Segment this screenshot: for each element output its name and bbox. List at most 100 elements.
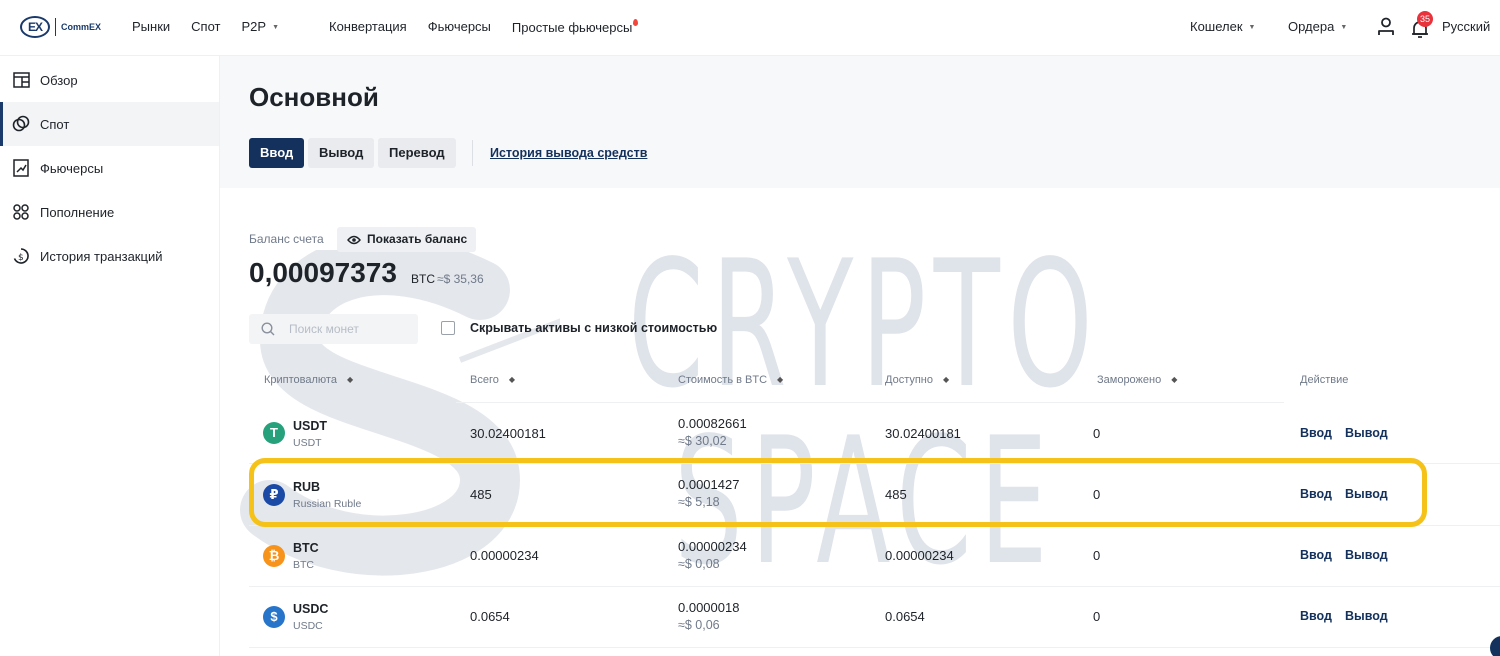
total-cell: 0.00000234 [470,548,539,563]
nav-item-p2p-label: P2P [241,19,267,34]
btc-value-cell: 0.00082661 [678,416,747,431]
sidebar-item-label: Спот [40,116,70,132]
show-balance-button[interactable]: Показать баланс [337,227,477,252]
coin-search[interactable] [249,314,418,344]
tab-deposit[interactable]: Ввод [249,138,305,168]
column-header-btc-value[interactable]: Стоимость в BTC ◆ [678,374,783,386]
nav-item-markets[interactable]: Рынки [132,19,170,35]
row-divider [249,586,1500,587]
column-header-label: Стоимость в BTC [678,374,768,386]
language-selector[interactable]: Русский [1442,19,1490,34]
coin-symbol: USDC [293,602,329,616]
sort-icon: ◆ [508,375,515,384]
column-header-coin[interactable]: Криптовалюта ◆ [264,374,353,386]
coin-name: BTC [293,559,314,571]
hide-small-assets-label[interactable]: Скрывать активы с низкой стоимостью [470,321,717,335]
withdraw-history-link[interactable]: История вывода средств [490,146,647,160]
tab-divider [472,140,473,166]
eye-icon [347,235,361,244]
sidebar-item-label: Пополнение [40,204,115,220]
nav-item-p2p[interactable]: P2P ▼ [241,19,300,35]
notification-badge: 35 [1417,11,1433,27]
watermark-logo-icon [240,250,560,576]
usd-value-cell: ≈$ 0,06 [678,618,720,632]
main-menu: Рынки Спот P2P ▼ Конвертация Фьючерсы Про… [132,19,680,35]
support-chat-button[interactable] [1490,636,1500,656]
column-header-available[interactable]: Доступно ◆ [885,374,949,386]
usdc-coin-icon: $ [263,606,285,628]
available-cell: 0.00000234 [885,548,954,563]
sidebar-item-label: Фьючерсы [40,160,104,176]
column-header-total[interactable]: Всего ◆ [470,374,515,386]
top-navigation: EX CommEX Рынки Спот P2P ▼ Конвертация Фь… [0,0,1500,56]
sort-icon: ◆ [943,375,950,384]
column-header-label: Доступно [885,374,934,386]
balance-unit: BTC [411,272,435,286]
history-icon: $ [12,247,30,265]
orders-label: Ордера [1288,19,1335,34]
wallet-menu[interactable]: Кошелек ▼ [1190,19,1255,34]
deposit-link[interactable]: Ввод [1300,609,1332,623]
overview-icon [12,71,30,89]
sidebar-item-label: История транзакций [40,248,163,264]
sidebar-item-futures[interactable]: Фьючерсы [0,146,219,190]
btc-value-cell: 0.0000018 [678,600,740,615]
nav-item-futures[interactable]: Фьючерсы [428,19,491,35]
logo-mark-icon: EX [20,16,50,38]
withdraw-link[interactable]: Вывод [1345,548,1388,562]
orders-menu[interactable]: Ордера ▼ [1288,19,1347,34]
column-header-frozen[interactable]: Заморожено ◆ [1097,374,1177,386]
withdraw-link[interactable]: Вывод [1345,426,1388,440]
usdt-coin-icon: T [263,422,285,444]
spot-icon [12,115,30,133]
balance-value: 0,00097373 [249,257,397,288]
page-header [220,56,1500,188]
funding-icon [12,203,30,221]
hide-small-assets-checkbox[interactable] [441,321,455,335]
frozen-cell: 0 [1093,548,1101,563]
btc-coin-icon: ₿ [263,545,285,567]
hot-flame-icon [633,19,639,26]
chevron-down-icon: ▼ [1248,24,1256,31]
svg-text:$: $ [18,253,24,263]
chevron-down-icon: ▼ [272,24,279,31]
deposit-link[interactable]: Ввод [1300,426,1332,440]
nav-item-simple-futures-label: Простые фьючерсы [511,20,633,35]
sidebar-item-overview[interactable]: Обзор [0,58,219,102]
balance-label: Баланс счета [249,232,324,246]
logo-text: CommEX [61,22,102,32]
show-balance-label: Показать баланс [367,232,468,246]
nav-item-convert[interactable]: Конвертация [329,19,407,35]
tab-transfer[interactable]: Перевод [378,138,456,168]
frozen-cell: 0 [1093,426,1101,441]
logo-divider [55,18,56,36]
sort-icon: ◆ [777,375,784,384]
sidebar-item-spot[interactable]: Спот [0,102,219,146]
btc-value-cell: 0.00000234 [678,539,747,554]
usd-value-cell: ≈$ 0,08 [678,557,720,571]
available-cell: 0.0654 [885,609,925,624]
search-icon [261,322,275,336]
commex-logo[interactable]: EX CommEX [20,16,101,38]
coin-name: USDT [293,437,322,449]
sort-icon: ◆ [346,375,354,384]
total-cell: 30.02400181 [470,426,546,441]
sort-icon: ◆ [1171,375,1178,384]
coin-symbol: BTC [293,541,319,555]
search-input[interactable] [289,322,399,336]
nav-item-spot[interactable]: Спот [191,19,220,35]
nav-item-simple-futures[interactable]: Простые фьючерсы [512,19,659,35]
chevron-down-icon: ▼ [1340,24,1348,31]
sidebar-item-history[interactable]: $ История транзакций [0,234,219,278]
sidebar-item-funding[interactable]: Пополнение [0,190,219,234]
usd-value-cell: ≈$ 30,02 [678,434,727,448]
futures-icon [12,159,30,177]
withdraw-link[interactable]: Вывод [1345,609,1388,623]
deposit-link[interactable]: Ввод [1300,548,1332,562]
tab-withdraw[interactable]: Вывод [308,138,375,168]
column-header-action: Действие [1300,374,1349,386]
user-icon[interactable] [1377,17,1395,37]
available-cell: 30.02400181 [885,426,961,441]
sidebar-item-label: Обзор [40,72,78,88]
coin-name: USDC [293,620,323,632]
